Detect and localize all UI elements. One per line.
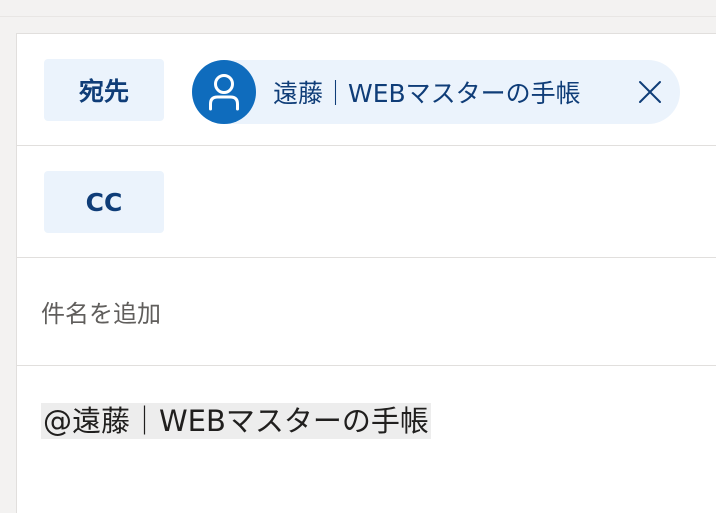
compose-pane: 宛先 遠藤｜WEBマスターの手帳 CC @遠藤｜WEBマスターの手帳 bbox=[16, 33, 716, 513]
cc-row: CC bbox=[17, 146, 716, 258]
recipient-name: 遠藤｜WEBマスターの手帳 bbox=[273, 79, 581, 108]
to-row: 宛先 遠藤｜WEBマスターの手帳 bbox=[17, 34, 716, 146]
mention-tag[interactable]: @遠藤｜WEBマスターの手帳 bbox=[41, 403, 431, 439]
subject-input[interactable] bbox=[41, 296, 681, 332]
to-button[interactable]: 宛先 bbox=[44, 59, 164, 121]
subject-row bbox=[17, 258, 716, 366]
person-icon bbox=[192, 60, 256, 124]
close-icon[interactable] bbox=[630, 72, 670, 112]
window-top-strip bbox=[0, 0, 716, 17]
recipient-chip[interactable]: 遠藤｜WEBマスターの手帳 bbox=[192, 60, 680, 124]
message-body[interactable]: @遠藤｜WEBマスターの手帳 bbox=[17, 366, 716, 513]
cc-button[interactable]: CC bbox=[44, 171, 164, 233]
